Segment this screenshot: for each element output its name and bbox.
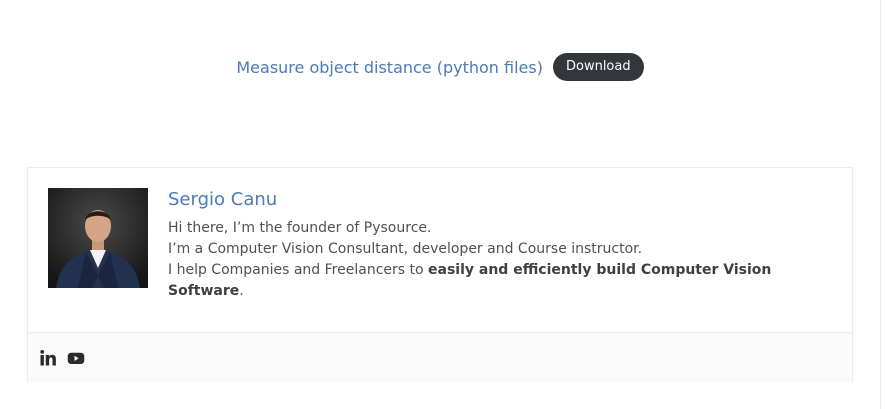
- bio-text: .: [239, 283, 244, 299]
- social-bar: [28, 332, 852, 383]
- youtube-icon[interactable]: [66, 349, 86, 367]
- linkedin-icon[interactable]: [39, 349, 57, 367]
- author-avatar: [48, 188, 148, 288]
- download-file-link[interactable]: Measure object distance (python files): [236, 58, 543, 77]
- download-row: Measure object distance (python files) D…: [0, 53, 880, 81]
- page-edge-divider: [880, 0, 881, 409]
- bio-line: Hi there, I’m the founder of Pysource.: [168, 220, 432, 236]
- author-name-link[interactable]: Sergio Canu: [168, 188, 808, 212]
- download-button[interactable]: Download: [552, 53, 644, 81]
- avatar-photo-icon: [48, 188, 148, 288]
- author-bio: Hi there, I’m the founder of Pysource. I…: [168, 218, 808, 302]
- bio-line: I’m a Computer Vision Consultant, develo…: [168, 241, 643, 257]
- author-info: Sergio Canu Hi there, I’m the founder of…: [168, 188, 808, 302]
- bio-text: I help Companies and Freelancers to: [168, 262, 429, 278]
- bio-line: I help Companies and Freelancers to easi…: [168, 260, 808, 302]
- author-box: Sergio Canu Hi there, I’m the founder of…: [27, 167, 853, 383]
